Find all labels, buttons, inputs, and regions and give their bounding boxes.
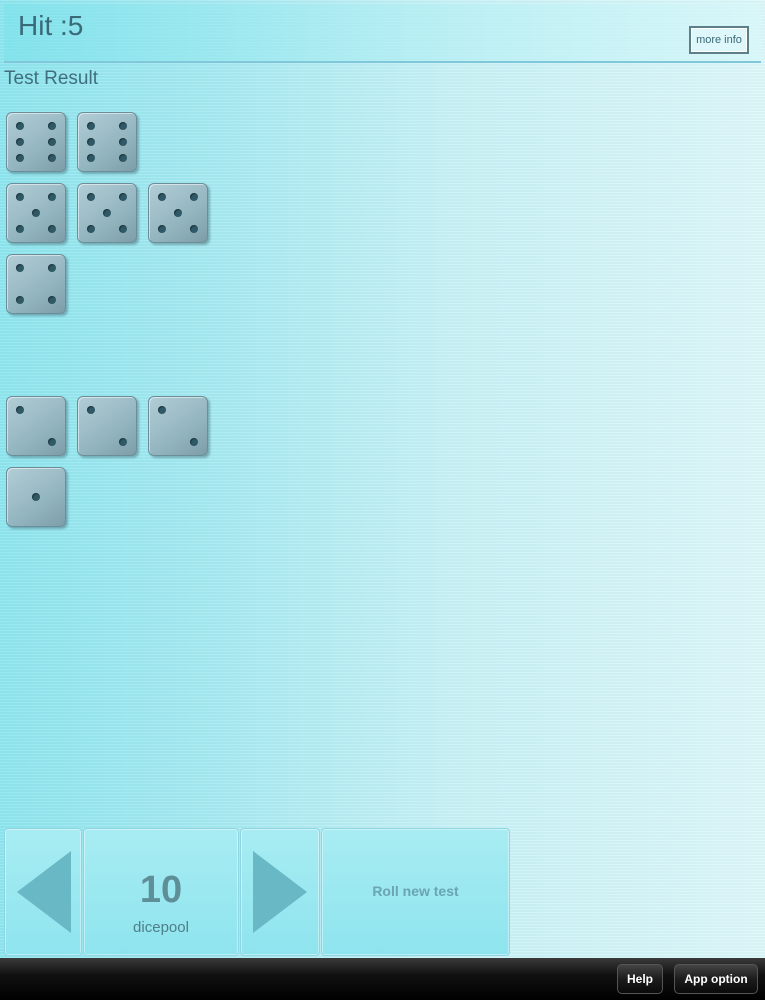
die-pip: [15, 121, 24, 130]
die-face-5: [77, 183, 137, 243]
die-face-2: [77, 396, 137, 456]
die-pip: [174, 209, 182, 217]
die-pip: [48, 263, 57, 272]
die-face-5: [148, 183, 208, 243]
die-face-6: [77, 112, 137, 172]
die-pip: [190, 225, 199, 234]
die-pip: [103, 209, 111, 217]
die-pip: [15, 296, 24, 305]
bottom-toolbar: Help App option: [0, 958, 765, 1000]
roll-new-test-button[interactable]: Roll new test: [321, 828, 510, 956]
dicepool-label: dicepool: [133, 919, 189, 936]
dicepool-display: 10 dicepool: [83, 828, 239, 956]
die-pip: [32, 493, 40, 501]
die-pip: [119, 438, 128, 447]
die-pip: [86, 154, 95, 163]
die-pip: [86, 225, 95, 234]
die-pip: [86, 121, 95, 130]
die-face-2: [148, 396, 208, 456]
roll-new-test-label: Roll new test: [372, 883, 459, 899]
die-face-5: [6, 183, 66, 243]
die-pip: [86, 138, 95, 146]
die-pip: [86, 192, 95, 201]
die-pip: [15, 154, 24, 163]
die-pip: [15, 225, 24, 234]
die-pip: [48, 192, 57, 201]
header-bar: Hit :5 more info: [4, 4, 761, 63]
die-pip: [32, 209, 40, 217]
die-pip: [48, 438, 57, 447]
die-pip: [15, 405, 24, 414]
die-pip: [48, 225, 57, 234]
die-pip: [119, 154, 128, 163]
die-pip: [157, 225, 166, 234]
die-pip: [15, 192, 24, 201]
hit-count-title: Hit :5: [18, 10, 84, 41]
die-pip: [15, 263, 24, 272]
decrease-dicepool-button[interactable]: [4, 828, 82, 956]
die-pip: [48, 296, 57, 305]
die-pip: [48, 121, 57, 130]
die-pip: [119, 225, 128, 234]
more-info-button[interactable]: more info: [689, 26, 749, 54]
die-face-1: [6, 467, 66, 527]
die-pip: [190, 192, 199, 201]
die-face-6: [6, 112, 66, 172]
app-option-button[interactable]: App option: [674, 964, 758, 994]
triangle-right-icon: [253, 851, 307, 933]
increase-dicepool-button[interactable]: [240, 828, 320, 956]
die-pip: [86, 405, 95, 414]
die-pip: [15, 138, 24, 146]
help-button[interactable]: Help: [617, 964, 663, 994]
die-pip: [119, 192, 128, 201]
die-pip: [119, 138, 128, 146]
triangle-left-icon: [17, 851, 71, 933]
die-pip: [157, 405, 166, 414]
die-pip: [190, 438, 199, 447]
dicepool-value: 10: [139, 869, 183, 911]
test-result-title: Test Result: [4, 68, 98, 89]
die-pip: [48, 138, 57, 146]
die-pip: [48, 154, 57, 163]
die-pip: [119, 121, 128, 130]
die-pip: [157, 192, 166, 201]
die-face-4: [6, 254, 66, 314]
die-face-2: [6, 396, 66, 456]
